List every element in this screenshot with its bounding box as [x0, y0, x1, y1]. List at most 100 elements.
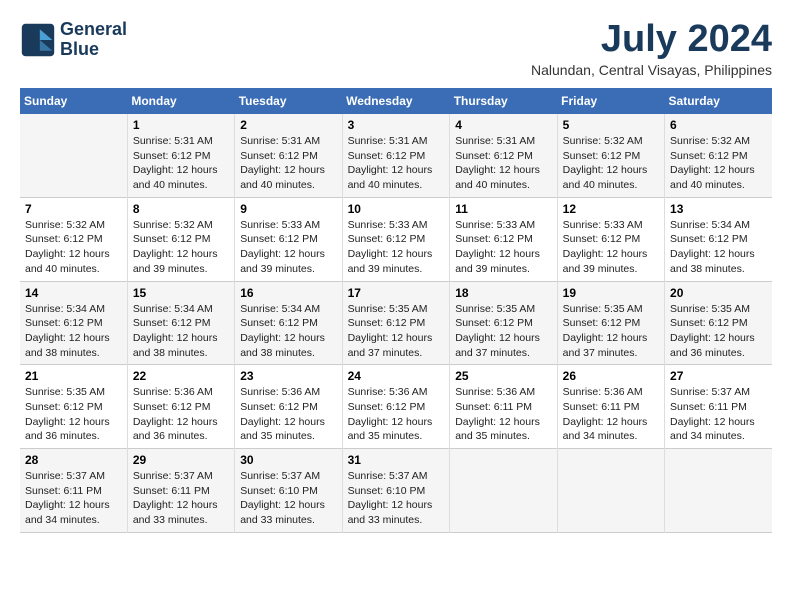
cell-info: Sunrise: 5:37 AM Sunset: 6:11 PM Dayligh…	[670, 385, 767, 444]
weekday-header: Sunday	[20, 88, 127, 114]
calendar-cell: 5 Sunrise: 5:32 AM Sunset: 6:12 PM Daylig…	[557, 114, 664, 197]
calendar-week-row: 1Sunrise: 5:31 AM Sunset: 6:12 PM Daylig…	[20, 114, 772, 197]
day-number: 7	[25, 202, 122, 216]
calendar-cell: 12 Sunrise: 5:33 AM Sunset: 6:12 PM Dayli…	[557, 197, 664, 281]
calendar-cell: 1Sunrise: 5:31 AM Sunset: 6:12 PM Daylig…	[127, 114, 234, 197]
calendar-cell	[450, 449, 557, 533]
calendar-cell	[20, 114, 127, 197]
location: Nalundan, Central Visayas, Philippines	[531, 62, 772, 78]
calendar-cell: 30Sunrise: 5:37 AM Sunset: 6:10 PM Dayli…	[235, 449, 342, 533]
cell-info: Sunrise: 5:35 AM Sunset: 6:12 PM Dayligh…	[348, 302, 445, 361]
calendar-cell	[665, 449, 772, 533]
calendar-cell: 6 Sunrise: 5:32 AM Sunset: 6:12 PM Daylig…	[665, 114, 772, 197]
calendar-week-row: 21 Sunrise: 5:35 AM Sunset: 6:12 PM Dayli…	[20, 365, 772, 449]
day-number: 5	[563, 118, 659, 132]
cell-info: Sunrise: 5:37 AM Sunset: 6:11 PM Dayligh…	[25, 469, 122, 528]
weekday-header-row: SundayMondayTuesdayWednesdayThursdayFrid…	[20, 88, 772, 114]
cell-info: Sunrise: 5:31 AM Sunset: 6:12 PM Dayligh…	[133, 134, 229, 193]
cell-info: Sunrise: 5:32 AM Sunset: 6:12 PM Dayligh…	[563, 134, 659, 193]
calendar-cell: 25Sunrise: 5:36 AM Sunset: 6:11 PM Dayli…	[450, 365, 557, 449]
calendar-cell	[557, 449, 664, 533]
calendar-cell: 8 Sunrise: 5:32 AM Sunset: 6:12 PM Daylig…	[127, 197, 234, 281]
calendar-cell: 18 Sunrise: 5:35 AM Sunset: 6:12 PM Dayli…	[450, 281, 557, 365]
cell-info: Sunrise: 5:36 AM Sunset: 6:12 PM Dayligh…	[133, 385, 229, 444]
calendar-cell: 7Sunrise: 5:32 AM Sunset: 6:12 PM Daylig…	[20, 197, 127, 281]
calendar-cell: 10 Sunrise: 5:33 AM Sunset: 6:12 PM Dayli…	[342, 197, 450, 281]
calendar-cell: 29 Sunrise: 5:37 AM Sunset: 6:11 PM Dayli…	[127, 449, 234, 533]
calendar-cell: 4Sunrise: 5:31 AM Sunset: 6:12 PM Daylig…	[450, 114, 557, 197]
day-number: 2	[240, 118, 336, 132]
cell-info: Sunrise: 5:37 AM Sunset: 6:11 PM Dayligh…	[133, 469, 229, 528]
day-number: 10	[348, 202, 445, 216]
day-number: 21	[25, 369, 122, 383]
day-number: 12	[563, 202, 659, 216]
month-title: July 2024	[531, 20, 772, 58]
cell-info: Sunrise: 5:33 AM Sunset: 6:12 PM Dayligh…	[455, 218, 551, 277]
calendar-cell: 24 Sunrise: 5:36 AM Sunset: 6:12 PM Dayli…	[342, 365, 450, 449]
calendar-cell: 26 Sunrise: 5:36 AM Sunset: 6:11 PM Dayli…	[557, 365, 664, 449]
day-number: 27	[670, 369, 767, 383]
calendar-cell: 14 Sunrise: 5:34 AM Sunset: 6:12 PM Dayli…	[20, 281, 127, 365]
calendar-cell: 27 Sunrise: 5:37 AM Sunset: 6:11 PM Dayli…	[665, 365, 772, 449]
calendar-cell: 21 Sunrise: 5:35 AM Sunset: 6:12 PM Dayli…	[20, 365, 127, 449]
calendar-cell: 28 Sunrise: 5:37 AM Sunset: 6:11 PM Dayli…	[20, 449, 127, 533]
calendar-cell: 23Sunrise: 5:36 AM Sunset: 6:12 PM Dayli…	[235, 365, 342, 449]
day-number: 6	[670, 118, 767, 132]
day-number: 24	[348, 369, 445, 383]
cell-info: Sunrise: 5:33 AM Sunset: 6:12 PM Dayligh…	[348, 218, 445, 277]
cell-info: Sunrise: 5:33 AM Sunset: 6:12 PM Dayligh…	[563, 218, 659, 277]
day-number: 13	[670, 202, 767, 216]
cell-info: Sunrise: 5:31 AM Sunset: 6:12 PM Dayligh…	[348, 134, 445, 193]
cell-info: Sunrise: 5:34 AM Sunset: 6:12 PM Dayligh…	[133, 302, 229, 361]
logo: General Blue	[20, 20, 127, 60]
weekday-header: Wednesday	[342, 88, 450, 114]
cell-info: Sunrise: 5:35 AM Sunset: 6:12 PM Dayligh…	[670, 302, 767, 361]
weekday-header: Tuesday	[235, 88, 342, 114]
calendar-table: SundayMondayTuesdayWednesdayThursdayFrid…	[20, 88, 772, 533]
cell-info: Sunrise: 5:32 AM Sunset: 6:12 PM Dayligh…	[670, 134, 767, 193]
header: General Blue July 2024 Nalundan, Central…	[20, 20, 772, 78]
calendar-cell: 17Sunrise: 5:35 AM Sunset: 6:12 PM Dayli…	[342, 281, 450, 365]
logo-text-line2: Blue	[60, 40, 127, 60]
cell-info: Sunrise: 5:35 AM Sunset: 6:12 PM Dayligh…	[563, 302, 659, 361]
cell-info: Sunrise: 5:35 AM Sunset: 6:12 PM Dayligh…	[25, 385, 122, 444]
cell-info: Sunrise: 5:34 AM Sunset: 6:12 PM Dayligh…	[25, 302, 122, 361]
calendar-cell: 19 Sunrise: 5:35 AM Sunset: 6:12 PM Dayli…	[557, 281, 664, 365]
logo-icon	[20, 22, 56, 58]
calendar-week-row: 14 Sunrise: 5:34 AM Sunset: 6:12 PM Dayli…	[20, 281, 772, 365]
day-number: 8	[133, 202, 229, 216]
calendar-week-row: 7 Sunrise: 5:32 AM Sunset: 6:12 PM Daylig…	[20, 197, 772, 281]
day-number: 29	[133, 453, 229, 467]
logo-text-line1: General	[60, 20, 127, 40]
calendar-cell: 3Sunrise: 5:31 AM Sunset: 6:12 PM Daylig…	[342, 114, 450, 197]
calendar-cell: 15 Sunrise: 5:34 AM Sunset: 6:12 PM Dayli…	[127, 281, 234, 365]
weekday-header: Monday	[127, 88, 234, 114]
cell-info: Sunrise: 5:35 AM Sunset: 6:12 PM Dayligh…	[455, 302, 551, 361]
day-number: 31	[348, 453, 445, 467]
calendar-cell: 16 Sunrise: 5:34 AM Sunset: 6:12 PM Dayli…	[235, 281, 342, 365]
weekday-header: Friday	[557, 88, 664, 114]
day-number: 19	[563, 286, 659, 300]
day-number: 11	[455, 202, 551, 216]
cell-info: Sunrise: 5:37 AM Sunset: 6:10 PM Dayligh…	[348, 469, 445, 528]
day-number: 16	[240, 286, 336, 300]
day-number: 28	[25, 453, 122, 467]
calendar-cell: 20Sunrise: 5:35 AM Sunset: 6:12 PM Dayli…	[665, 281, 772, 365]
calendar-week-row: 28 Sunrise: 5:37 AM Sunset: 6:11 PM Dayli…	[20, 449, 772, 533]
day-number: 4	[455, 118, 551, 132]
cell-info: Sunrise: 5:36 AM Sunset: 6:12 PM Dayligh…	[348, 385, 445, 444]
day-number: 18	[455, 286, 551, 300]
cell-info: Sunrise: 5:32 AM Sunset: 6:12 PM Dayligh…	[133, 218, 229, 277]
title-area: July 2024 Nalundan, Central Visayas, Phi…	[531, 20, 772, 78]
cell-info: Sunrise: 5:34 AM Sunset: 6:12 PM Dayligh…	[240, 302, 336, 361]
calendar-cell: 31 Sunrise: 5:37 AM Sunset: 6:10 PM Dayli…	[342, 449, 450, 533]
calendar-cell: 9Sunrise: 5:33 AM Sunset: 6:12 PM Daylig…	[235, 197, 342, 281]
day-number: 15	[133, 286, 229, 300]
cell-info: Sunrise: 5:36 AM Sunset: 6:11 PM Dayligh…	[455, 385, 551, 444]
calendar-cell: 22Sunrise: 5:36 AM Sunset: 6:12 PM Dayli…	[127, 365, 234, 449]
day-number: 9	[240, 202, 336, 216]
cell-info: Sunrise: 5:36 AM Sunset: 6:11 PM Dayligh…	[563, 385, 659, 444]
day-number: 23	[240, 369, 336, 383]
day-number: 14	[25, 286, 122, 300]
day-number: 26	[563, 369, 659, 383]
